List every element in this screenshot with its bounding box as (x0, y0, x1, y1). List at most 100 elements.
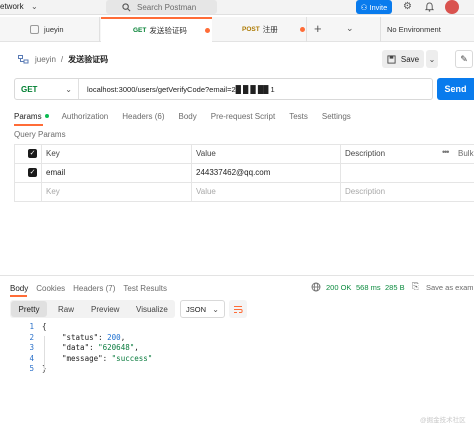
save-response-icon: ⎘ (412, 281, 420, 291)
bell-icon[interactable] (425, 2, 434, 12)
save-icon (387, 54, 396, 64)
invite-button[interactable]: ⚇ Invite (356, 0, 392, 14)
send-button[interactable]: Send (437, 78, 474, 100)
breadcrumb-separator: / (60, 54, 64, 64)
gear-icon[interactable]: ⚙ (403, 1, 412, 12)
top-bar: etwork ⌄ Search Postman ⚇ Invite ⚙ (0, 0, 474, 15)
json-key: "status" (62, 332, 99, 342)
pencil-icon: ✎ (460, 53, 468, 64)
line-number: 3 (29, 343, 34, 352)
tab-user[interactable]: jueyin (30, 17, 100, 42)
table-border (191, 144, 192, 201)
json-value: "620648" (98, 343, 135, 352)
search-input[interactable]: Search Postman (106, 0, 217, 14)
line-number: 2 (29, 332, 34, 342)
tab-get-verify-code[interactable]: GET 发送验证码 (101, 17, 212, 42)
save-button[interactable]: Save (382, 50, 424, 68)
tab-params[interactable]: Params (14, 112, 42, 121)
tab-response-cookies[interactable]: Cookies (36, 284, 65, 293)
avatar[interactable] (445, 0, 459, 14)
format-label: JSON (186, 304, 207, 314)
table-border (14, 144, 15, 201)
query-params-title: Query Params (14, 130, 66, 139)
line-number: 4 (29, 353, 34, 363)
active-tab-indicator (14, 124, 43, 126)
response-tabs: Body Cookies Headers (7) Test Results (10, 282, 167, 294)
table-border (14, 163, 474, 164)
json-key: "message" (62, 353, 103, 363)
tab-headers[interactable]: Headers (6) (122, 112, 164, 121)
table-border (340, 144, 341, 201)
tab-method: POST (242, 26, 260, 33)
params-active-dot-icon (44, 114, 49, 118)
tab-authorization[interactable]: Authorization (62, 112, 109, 121)
code-line: 4 "message": "success" (22, 354, 442, 365)
response-time[interactable]: 568 ms (356, 283, 381, 292)
invite-label: Invite (369, 2, 388, 12)
bulk-edit-button[interactable]: Bulk (458, 149, 474, 158)
add-user-icon: ⚇ (360, 2, 368, 12)
http-request-icon (18, 54, 29, 63)
param-value-cell[interactable]: 244337462@qq.com (196, 168, 270, 177)
tabs-menu-chevron-icon[interactable]: ⌄ (346, 23, 354, 34)
save-options-chevron-icon[interactable]: ⌄ (426, 50, 438, 68)
code-brace: { (42, 322, 47, 331)
param-enabled-checkbox[interactable]: ✓ (28, 168, 37, 177)
tab-post-register[interactable]: POST 注册 (212, 17, 307, 42)
tab-settings[interactable]: Settings (322, 112, 351, 121)
tab-body[interactable]: Body (179, 112, 197, 121)
new-param-key-input[interactable]: Key (46, 187, 60, 196)
environment-selector[interactable]: No Environment (380, 17, 474, 42)
preview-button[interactable]: Preview (91, 305, 119, 314)
method-select[interactable]: GET ⌄ (15, 79, 79, 99)
new-tab-plus-icon[interactable]: + (314, 21, 322, 36)
select-all-checkbox[interactable]: ✓ (28, 149, 37, 158)
new-param-value-input[interactable]: Value (196, 187, 216, 196)
tab-response-body[interactable]: Body (10, 284, 28, 293)
table-border (41, 144, 42, 201)
format-select[interactable]: JSON ⌄ (180, 300, 225, 318)
json-key: "data" (62, 343, 90, 352)
column-header-value: Value (196, 149, 216, 158)
globe-icon[interactable] (311, 282, 321, 292)
chevron-down-icon: ⌄ (212, 304, 219, 314)
visualize-button[interactable]: Visualize (136, 305, 168, 314)
workspace-icon (30, 25, 39, 34)
environment-label: No Environment (387, 25, 441, 34)
breadcrumb-workspace[interactable]: jueyin (35, 55, 56, 64)
tab-tests[interactable]: Tests (289, 112, 308, 121)
pretty-label: Pretty (18, 304, 40, 314)
unsaved-dot-icon (204, 28, 210, 33)
tab-request-name: 发送验证码 (149, 26, 187, 35)
request-tabs: Params Authorization Headers (6) Body Pr… (14, 110, 351, 122)
tab-user-label: jueyin (44, 25, 64, 34)
raw-button[interactable]: Raw (58, 305, 74, 314)
url-input[interactable]: localhost:3000/users/getVerifyCode?email… (87, 85, 427, 94)
edit-button[interactable]: ✎ (455, 50, 473, 68)
chevron-down-icon: ⌄ (65, 84, 72, 94)
tab-response-headers[interactable]: Headers (7) (73, 284, 115, 293)
workspace-label[interactable]: etwork (0, 2, 24, 11)
response-divider (0, 275, 474, 276)
search-placeholder: Search Postman (137, 2, 197, 12)
wrap-lines-button[interactable] (229, 300, 247, 318)
active-response-tab-indicator (10, 295, 27, 297)
more-options-icon[interactable]: ••• (442, 147, 450, 157)
tab-test-results[interactable]: Test Results (123, 284, 167, 293)
param-key-cell[interactable]: email (46, 168, 65, 177)
pretty-button[interactable]: Pretty (11, 301, 47, 317)
chevron-down-icon[interactable]: ⌄ (31, 2, 38, 11)
code-line: 5} (22, 364, 442, 375)
response-body-code[interactable]: 1{ 2 "status": 200, 3 "data": "620648", 4 "… (22, 322, 442, 375)
tab-request-name: 注册 (262, 25, 278, 34)
new-param-description-input[interactable]: Description (345, 187, 385, 196)
save-as-example-button[interactable]: Save as examp (426, 283, 474, 292)
column-header-description: Description (345, 149, 386, 158)
breadcrumb-request-name[interactable]: 发送验证码 (68, 54, 108, 65)
response-status[interactable]: 200 OK (326, 283, 351, 292)
wrap-lines-icon (234, 305, 243, 313)
save-label: Save (400, 54, 420, 64)
tab-pre-request-script[interactable]: Pre-request Script (211, 112, 275, 121)
response-size[interactable]: 285 B (385, 283, 405, 292)
tab-method: GET (133, 27, 147, 34)
